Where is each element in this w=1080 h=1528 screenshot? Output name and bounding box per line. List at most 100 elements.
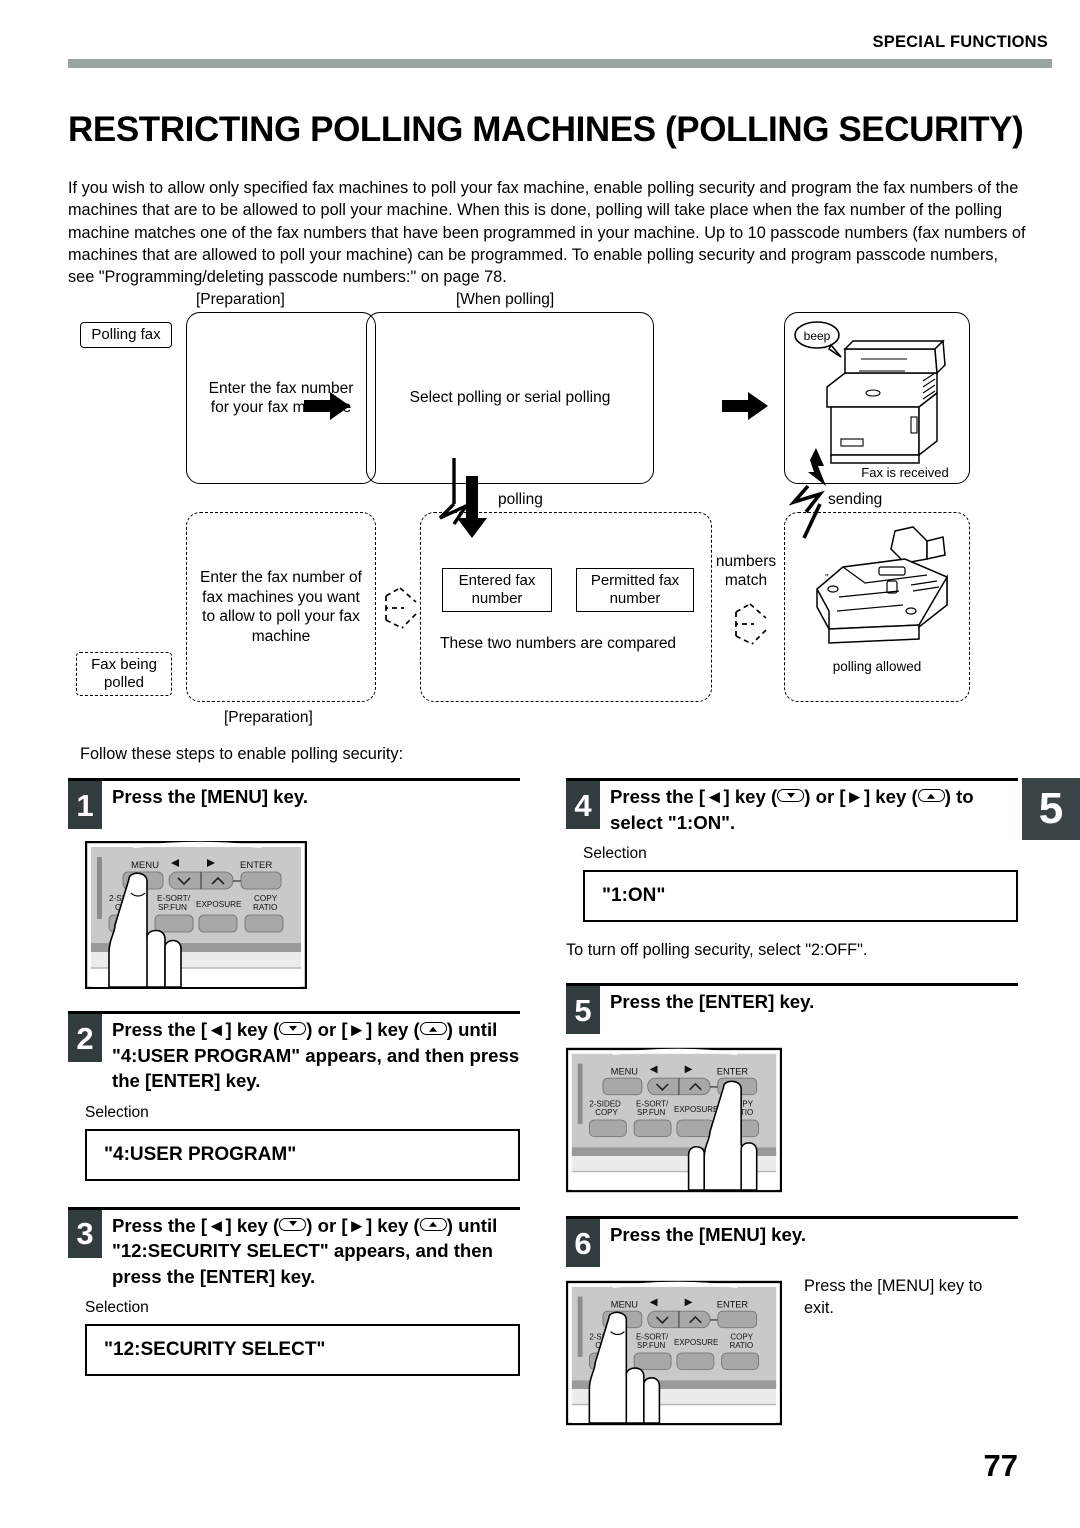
polling-flow-diagram: [Preparation] [When polling] [Preparatio…	[68, 290, 1028, 730]
step3-text-c: ) or [	[306, 1214, 348, 1236]
step-number: 1	[68, 781, 102, 829]
down-key-icon	[279, 1217, 307, 1231]
inner-permitted-fax-number: Permitted fax number	[576, 568, 694, 612]
step3-text-a: Press the [	[112, 1214, 208, 1236]
svg-text:COPY: COPY	[595, 1108, 618, 1117]
step2-text-e: )	[446, 1019, 453, 1040]
step2-text-b: ] key (	[225, 1019, 280, 1040]
copier-illustration: beep Fax is received	[794, 321, 949, 480]
caption-preparation-bottom: [Preparation]	[224, 709, 313, 726]
svg-text:SP.FUN: SP.FUN	[637, 1108, 665, 1117]
polling-allowed-label: polling allowed	[833, 659, 922, 674]
step-number: 6	[566, 1219, 600, 1267]
svg-text:MENU: MENU	[131, 860, 159, 871]
control-panel-figure-step1: MENU ENTER 2-SIDED COPY	[85, 841, 520, 989]
selection-label: Selection	[85, 1299, 149, 1316]
label-sending: sending	[828, 491, 883, 508]
note-exit: Press the [MENU] key to exit.	[804, 1277, 983, 1317]
svg-text:ENTER: ENTER	[717, 1066, 749, 1076]
intro-paragraph: If you wish to allow only specified fax …	[68, 179, 1026, 287]
selection-display-security-select: "12:SECURITY SELECT"	[85, 1324, 520, 1376]
box-select-polling: Select polling or serial polling	[366, 312, 654, 484]
svg-text:SP.FUN: SP.FUN	[158, 903, 187, 912]
manual-page: SPECIAL FUNCTIONS RESTRICTING POLLING MA…	[0, 0, 1080, 1528]
follow-steps-line: Follow these steps to enable polling sec…	[80, 745, 404, 763]
svg-text:COPY: COPY	[254, 894, 278, 903]
caption-when-polling: [When polling]	[456, 291, 555, 308]
svg-text:beep: beep	[804, 329, 831, 343]
down-key-icon	[777, 789, 805, 802]
step3-text-e: )	[446, 1214, 453, 1236]
up-key-icon	[419, 1022, 447, 1035]
steps-column-right: 4 Press the [◄] key () or [►] key () to …	[566, 778, 1018, 1427]
step-instruction: Press the [◄] key () or [►] key () to se…	[600, 781, 1018, 835]
box-polling-allowed-panel: '' polling allowed	[784, 512, 970, 702]
caption-preparation-top: [Preparation]	[196, 291, 285, 308]
box-enter-own-fax-number: Enter the fax number for your fax machin…	[186, 312, 376, 484]
step-instruction: Press the [◄] key () or [►] key () until…	[102, 1014, 520, 1094]
label-compare-text: These two numbers are compared	[440, 635, 677, 652]
label-polling: polling	[498, 491, 543, 508]
step-instruction: Press the [ENTER] key.	[610, 991, 815, 1012]
svg-text:SP.FUN: SP.FUN	[637, 1341, 665, 1350]
step-2: 2 Press the [◄] key () or [►] key () unt…	[68, 1011, 520, 1181]
step4-text-a: Press the [	[610, 786, 706, 807]
step4-text-d: ] key (	[863, 786, 918, 807]
svg-text:EXPOSURE: EXPOSURE	[674, 1338, 718, 1347]
svg-text:EXPOSURE: EXPOSURE	[196, 900, 242, 909]
up-key-icon	[419, 1217, 447, 1231]
selection-display-on: "1:ON"	[583, 870, 1018, 922]
left-arrow-icon: ◄	[207, 1214, 226, 1236]
step-instruction: Press the [MENU] key.	[112, 786, 308, 807]
svg-text:RATIO: RATIO	[253, 903, 277, 912]
step-instruction: Press the [◄] key () or [►] key () until…	[102, 1210, 520, 1290]
svg-text:EXPOSURE: EXPOSURE	[674, 1105, 718, 1114]
chapter-tab: 5	[1022, 778, 1080, 840]
step2-text-c: ) or [	[306, 1019, 348, 1040]
step-instruction: Press the [MENU] key.	[610, 1224, 806, 1245]
step-number: 4	[566, 781, 600, 829]
step-3: 3 Press the [◄] key () or [►] key () unt…	[68, 1206, 520, 1376]
step-4: 4 Press the [◄] key () or [►] key () to …	[566, 778, 1018, 961]
svg-text:MENU: MENU	[611, 1299, 638, 1309]
up-key-icon	[917, 789, 945, 802]
page-number: 77	[983, 1448, 1018, 1483]
section-header-label: SPECIAL FUNCTIONS	[872, 33, 1048, 51]
header-rule	[68, 59, 1052, 68]
fax-machine-illustration: '' polling allowed	[816, 526, 948, 674]
step4-text-e: )	[944, 786, 951, 807]
box-enter-allowed-numbers: Enter the fax number of fax machines you…	[186, 512, 376, 702]
selection-label: Selection	[85, 1103, 149, 1121]
step-number: 3	[68, 1209, 102, 1258]
left-arrow-icon: ◄	[207, 1019, 226, 1040]
inner-entered-fax-number: Entered fax number	[442, 568, 552, 612]
step3-text-b: ] key (	[225, 1214, 280, 1236]
step-number: 2	[68, 1014, 102, 1062]
right-arrow-icon: ►	[347, 1214, 366, 1236]
selection-label: Selection	[583, 845, 647, 862]
selection-display-user-program: "4:USER PROGRAM"	[85, 1128, 520, 1181]
right-arrow-icon: ►	[347, 1019, 366, 1040]
step4-text-c: ) or [	[804, 786, 846, 807]
right-arrow-icon: ►	[845, 786, 864, 807]
svg-text:COPY: COPY	[730, 1332, 753, 1341]
fax-received-label: Fax is received	[861, 465, 948, 480]
step2-text-d: ] key (	[365, 1019, 420, 1040]
svg-text:E-SORT/: E-SORT/	[157, 894, 191, 903]
step-6: 6 Press the [MENU] key. MENU ENTER E-SOR…	[566, 1216, 1018, 1427]
label-numbers-match: numbers match	[715, 553, 777, 589]
step3-text-d: ] key (	[365, 1214, 420, 1236]
control-panel-figure-step5: MENU ENTER 2-SIDED COPY E-SORT/ SP.FUN E…	[566, 1046, 1018, 1194]
svg-text:ENTER: ENTER	[717, 1299, 749, 1309]
step-number: 5	[566, 986, 600, 1034]
svg-text:RATIO: RATIO	[729, 1341, 753, 1350]
svg-text:'': ''	[825, 573, 829, 584]
left-arrow-icon: ◄	[705, 786, 724, 807]
svg-text:E-SORT/: E-SORT/	[636, 1332, 669, 1341]
page-title: RESTRICTING POLLING MACHINES (POLLING SE…	[68, 110, 1024, 149]
steps-column-left: 1 Press the [MENU] key. MENU ENTER E-SOR…	[68, 778, 520, 1376]
control-panel-figure-step6: MENU ENTER 2-SIDED COPY E-SORT/	[566, 1279, 782, 1427]
step-1: 1 Press the [MENU] key. MENU ENTER E-SOR…	[68, 778, 520, 989]
step4-text-b: ] key (	[723, 786, 778, 807]
svg-text:2-SIDED: 2-SIDED	[589, 1099, 621, 1108]
